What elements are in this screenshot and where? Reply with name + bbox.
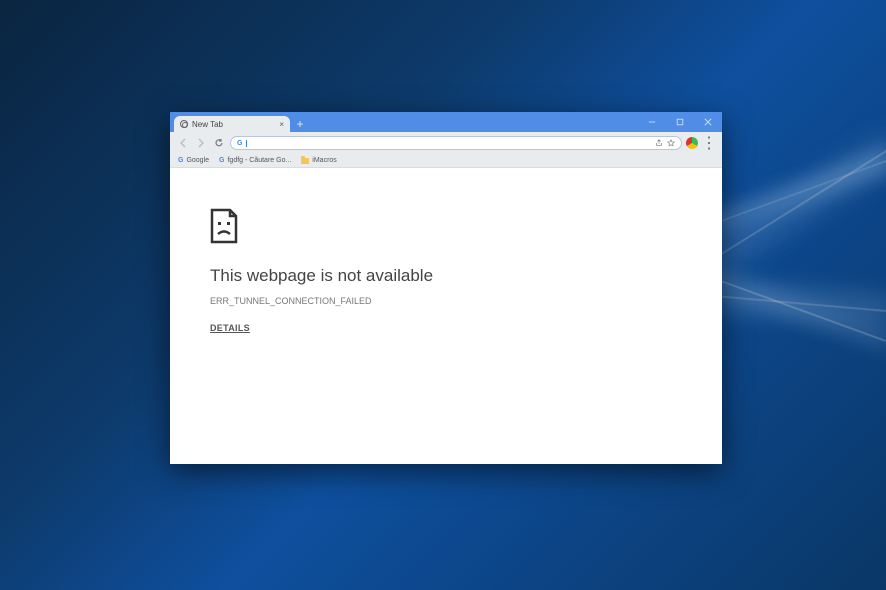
bookmark-star-icon[interactable] bbox=[667, 139, 675, 147]
bookmark-label: iMacros bbox=[312, 157, 337, 164]
window-controls bbox=[638, 112, 722, 132]
toolbar: G ⋮ bbox=[170, 132, 722, 154]
window-close-button[interactable] bbox=[694, 112, 722, 132]
maximize-button[interactable] bbox=[666, 112, 694, 132]
google-favicon-icon: G bbox=[219, 157, 224, 164]
search-provider-icon: G bbox=[237, 140, 242, 147]
bookmarks-bar: G Google G fgdfg - Căutare Go... iMacros bbox=[170, 154, 722, 168]
error-code: ERR_TUNNEL_CONNECTION_FAILED bbox=[210, 296, 722, 306]
google-favicon-icon: G bbox=[178, 157, 183, 164]
tab-close-icon[interactable]: × bbox=[279, 120, 284, 129]
text-cursor bbox=[246, 140, 247, 147]
share-icon[interactable] bbox=[655, 139, 663, 147]
sad-document-icon bbox=[210, 208, 240, 244]
tab-favicon-icon bbox=[180, 120, 188, 128]
browser-tab[interactable]: New Tab × bbox=[174, 116, 290, 132]
bookmark-item[interactable]: G fgdfg - Căutare Go... bbox=[219, 157, 291, 164]
chrome-window: New Tab × + G bbox=[170, 112, 722, 464]
bookmark-label: Google bbox=[186, 157, 209, 164]
titlebar[interactable]: New Tab × + bbox=[170, 112, 722, 132]
minimize-button[interactable] bbox=[638, 112, 666, 132]
tab-title: New Tab bbox=[192, 120, 223, 129]
folder-icon bbox=[301, 158, 309, 164]
extension-icon[interactable] bbox=[686, 137, 698, 149]
back-button[interactable] bbox=[176, 136, 190, 150]
bookmark-item[interactable]: G Google bbox=[178, 157, 209, 164]
page-content: This webpage is not available ERR_TUNNEL… bbox=[170, 168, 722, 464]
details-button[interactable]: DETAILS bbox=[210, 323, 250, 333]
forward-button[interactable] bbox=[194, 136, 208, 150]
error-title: This webpage is not available bbox=[210, 266, 722, 286]
bookmark-label: fgdfg - Căutare Go... bbox=[227, 157, 291, 164]
bookmark-item[interactable]: iMacros bbox=[301, 157, 337, 164]
new-tab-button[interactable]: + bbox=[294, 118, 306, 130]
reload-button[interactable] bbox=[212, 136, 226, 150]
address-bar[interactable]: G bbox=[230, 136, 682, 150]
chrome-menu-button[interactable]: ⋮ bbox=[702, 133, 716, 153]
